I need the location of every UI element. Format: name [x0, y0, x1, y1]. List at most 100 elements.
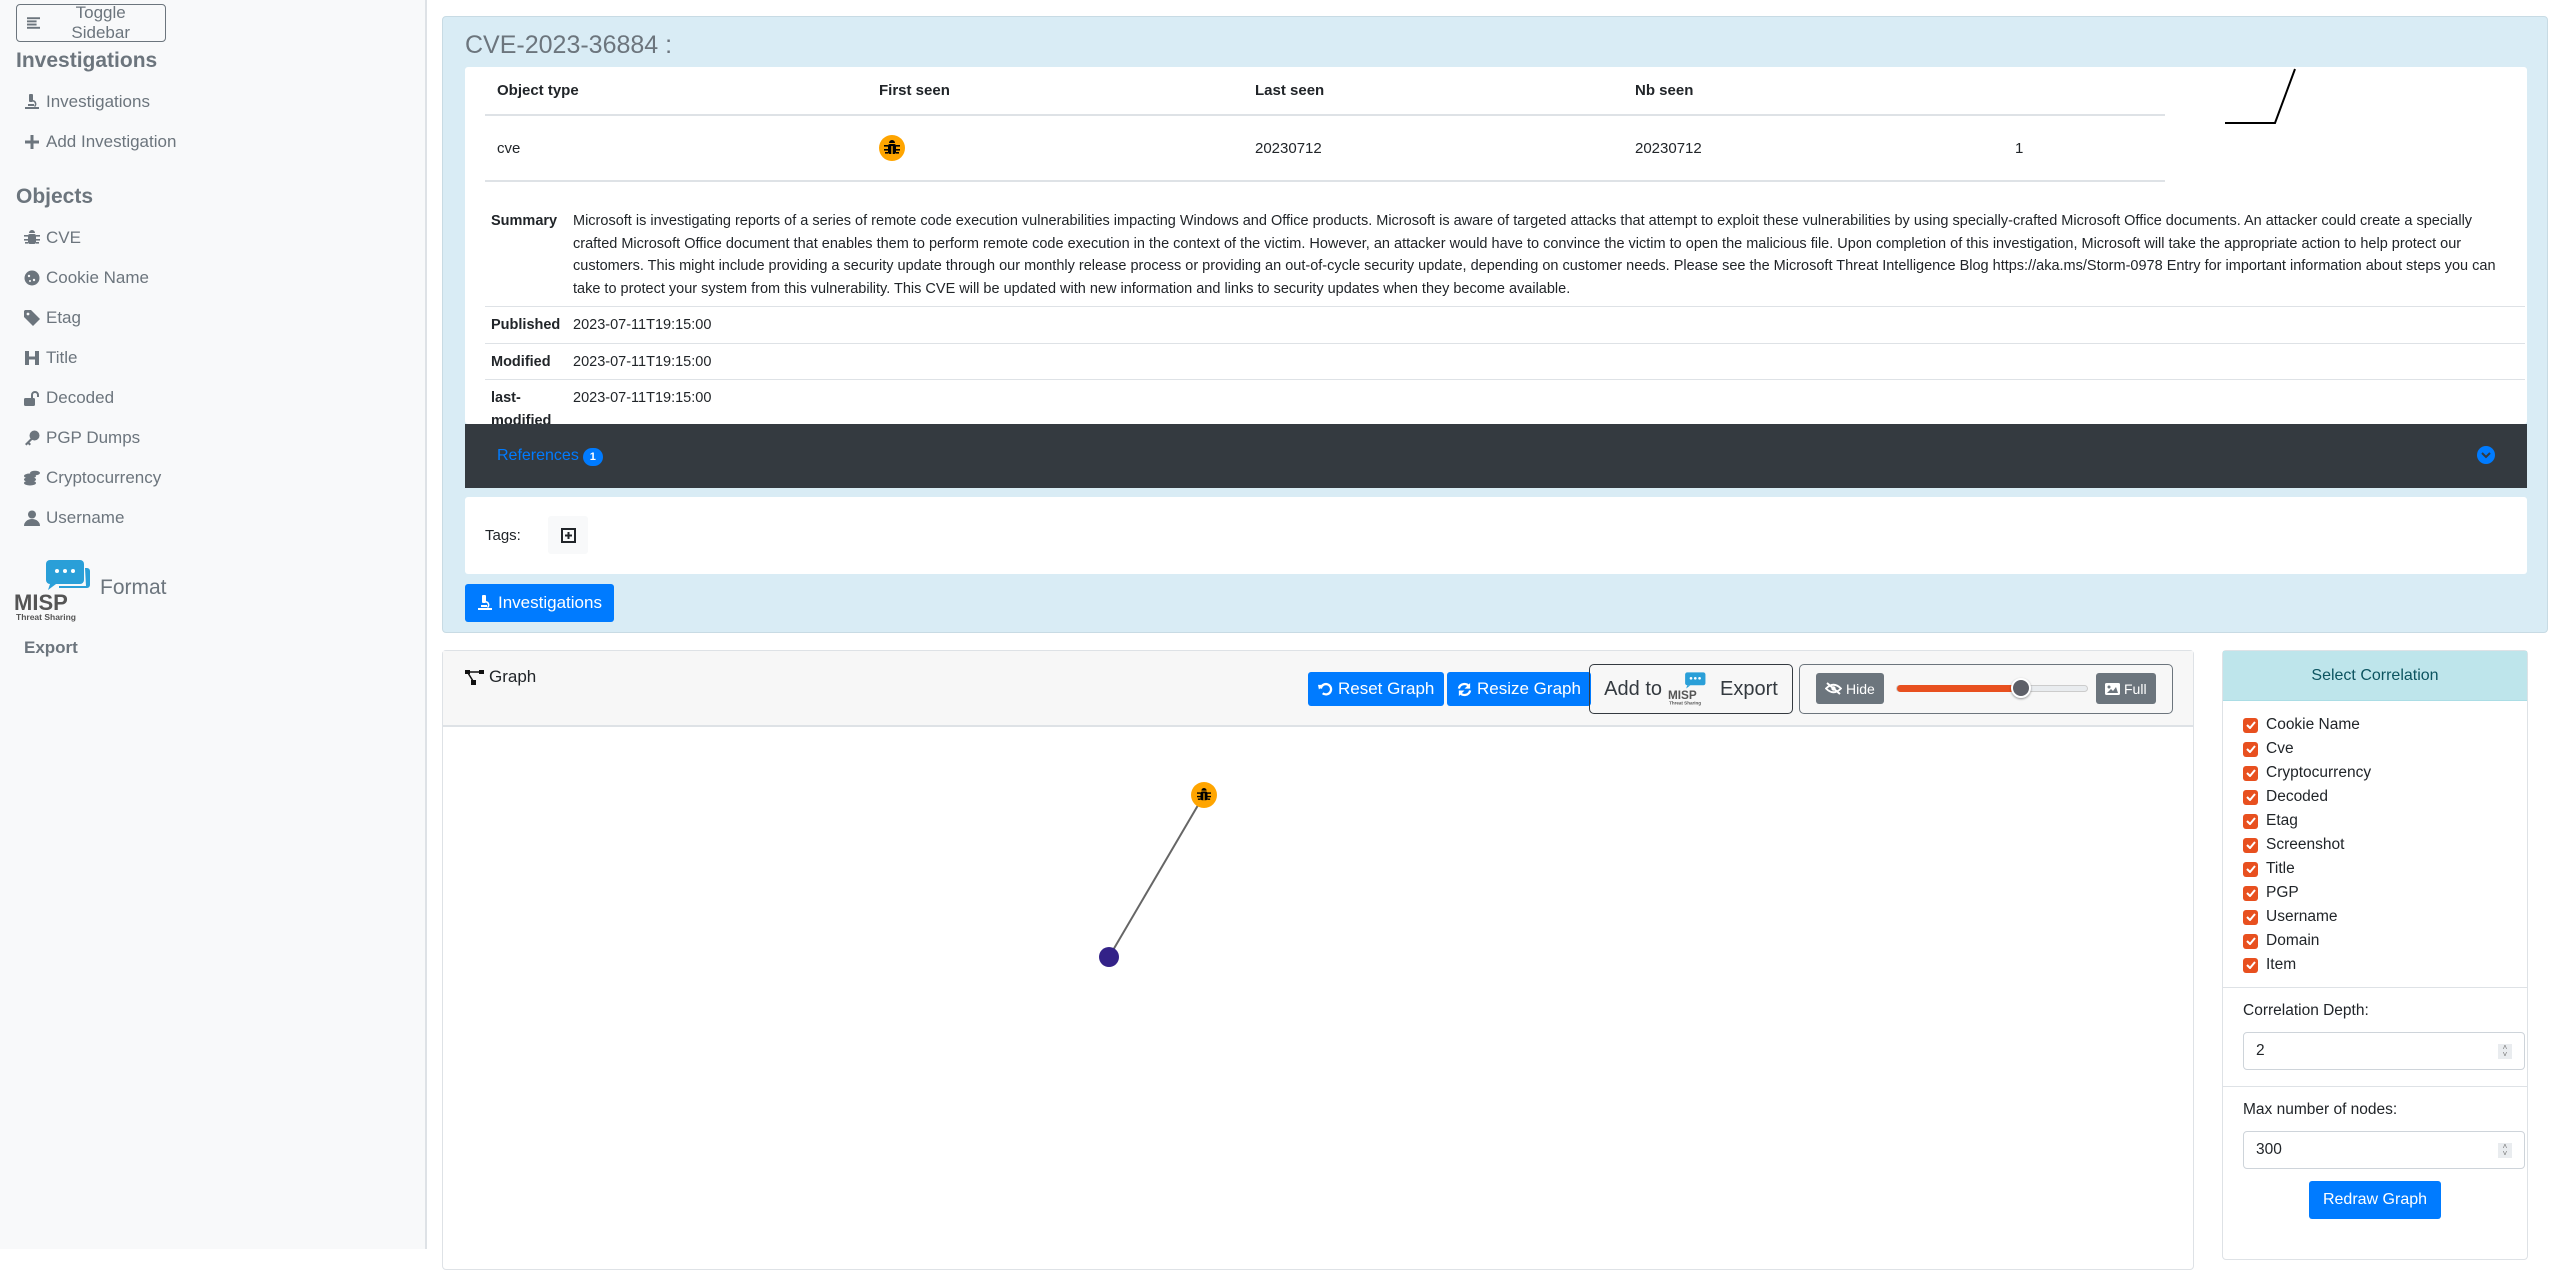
correlation-option-label: Cookie Name — [2266, 716, 2360, 733]
sidebar-item-label: Investigations — [46, 92, 150, 111]
toggle-sidebar-button[interactable]: Toggle Sidebar — [16, 3, 166, 42]
full-button[interactable]: Full — [2096, 673, 2156, 704]
checkbox[interactable] — [2243, 933, 2258, 949]
sidebar-item-cookie-name[interactable]: Cookie Name — [24, 268, 149, 288]
correlation-panel-title: Select Correlation — [2223, 651, 2527, 701]
column-header-empty — [2003, 67, 2165, 116]
correlation-option-label: Cryptocurrency — [2266, 764, 2372, 781]
plus-square-icon — [560, 527, 576, 543]
spinner-icon[interactable]: ˄ ˅ — [2498, 1044, 2512, 1059]
correlation-option[interactable]: Etag — [2243, 809, 2507, 833]
slider-thumb[interactable] — [2010, 678, 2031, 698]
toggle-sidebar-label: Toggle Sidebar — [71, 3, 130, 42]
checkbox[interactable] — [2243, 861, 2258, 877]
checkbox[interactable] — [2243, 837, 2258, 853]
column-header-nb-seen: Nb seen — [1623, 67, 2003, 116]
node-size-slider[interactable] — [1896, 678, 2088, 698]
checkbox[interactable] — [2243, 813, 2258, 829]
redraw-graph-button[interactable]: Redraw Graph — [2308, 1181, 2442, 1219]
misp-logo: MISP Threat Sharing — [14, 560, 90, 622]
sidebar-item-title[interactable]: Title — [24, 348, 78, 368]
correlation-option-label: Item — [2266, 956, 2297, 973]
correlation-option[interactable]: Domain — [2243, 929, 2507, 953]
correlation-option-label: Screenshot — [2266, 836, 2345, 853]
sidebar-item-decoded[interactable]: Decoded — [24, 388, 114, 408]
column-header-last-seen: Last seen — [1243, 67, 1623, 116]
references-toggle[interactable]: References 1 — [497, 447, 603, 466]
sidebar-item-add-investigation[interactable]: Add Investigation — [24, 132, 176, 152]
checkbox[interactable] — [2243, 789, 2258, 805]
network-icon — [465, 669, 484, 685]
references-accordion[interactable]: References 1 — [465, 424, 2527, 488]
svg-text:Threat Sharing: Threat Sharing — [1669, 701, 1701, 706]
correlation-option[interactable]: Screenshot — [2243, 833, 2507, 857]
sidebar-item-cve[interactable]: CVE — [24, 228, 81, 248]
add-to-misp-export-button[interactable]: Add to MISP Threat Sharing Export — [1589, 664, 1793, 714]
checkbox[interactable] — [2243, 909, 2258, 925]
correlation-option-label: Domain — [2266, 932, 2320, 949]
checkbox[interactable] — [2243, 765, 2258, 781]
sidebar-item-username[interactable]: Username — [24, 508, 124, 528]
graph-card: Graph Reset Graph Resize Graph Add to MI… — [442, 650, 2194, 1270]
reset-graph-button[interactable]: Reset Graph — [1308, 672, 1445, 706]
graph-canvas[interactable] — [443, 729, 2193, 1269]
bug-icon — [24, 230, 40, 244]
chevron-down-icon[interactable] — [2477, 446, 2495, 464]
correlation-option[interactable]: Title — [2243, 857, 2507, 881]
correlation-depth-input[interactable]: 2 ˄ ˅ — [2243, 1032, 2525, 1070]
sidebar-item-investigations[interactable]: Investigations — [24, 92, 150, 112]
hide-label: Hide — [1846, 680, 1875, 697]
checkbox[interactable] — [2243, 957, 2258, 973]
detail-key: Modified — [485, 343, 567, 380]
sidebar-item-label: Decoded — [46, 388, 115, 407]
references-count-badge: 1 — [582, 447, 603, 466]
sidebar-item-pgp-dumps[interactable]: PGP Dumps — [24, 428, 140, 448]
microscope-icon — [478, 595, 492, 610]
sidebar: Toggle Sidebar Investigations Investigat… — [0, 0, 427, 1249]
slider-fill — [1897, 685, 2021, 692]
sidebar-item-export[interactable]: Export — [24, 638, 78, 658]
correlation-option[interactable]: PGP — [2243, 881, 2507, 905]
correlation-depth-label: Correlation Depth: — [2243, 1002, 2369, 1019]
correlation-option[interactable]: Cve — [2243, 737, 2507, 761]
checkbox[interactable] — [2243, 741, 2258, 757]
sidebar-item-label: Cookie Name — [46, 268, 149, 287]
graph-node-related[interactable] — [1099, 947, 1119, 967]
sidebar-item-cryptocurrency[interactable]: Cryptocurrency — [24, 468, 161, 488]
graph-title-label: Graph — [489, 667, 537, 686]
investigations-button[interactable]: Investigations — [465, 584, 614, 622]
checkbox[interactable] — [2243, 717, 2258, 733]
max-nodes-input[interactable]: 300 ˄ ˅ — [2243, 1131, 2525, 1169]
investigations-button-label: Investigations — [498, 593, 602, 612]
correlation-option[interactable]: Decoded — [2243, 785, 2507, 809]
align-left-icon — [27, 17, 41, 29]
sidebar-item-etag[interactable]: Etag — [24, 308, 81, 328]
cve-info-card: Object type First seen Last seen Nb seen… — [465, 67, 2527, 429]
graph-node-cve[interactable] — [1191, 782, 1217, 808]
correlation-option[interactable]: Cryptocurrency — [2243, 761, 2507, 785]
correlation-option[interactable]: Cookie Name — [2243, 713, 2507, 737]
objects-heading: Objects — [16, 185, 94, 208]
tags-card: Tags: — [465, 497, 2527, 574]
spinner-icon[interactable]: ˄ ˅ — [2498, 1143, 2512, 1158]
correlation-depth-section: Correlation Depth: 2 ˄ ˅ — [2223, 988, 2527, 1087]
correlation-option[interactable]: Item — [2243, 953, 2507, 977]
sidebar-item-label: Cryptocurrency — [46, 468, 162, 487]
hide-button[interactable]: Hide — [1816, 673, 1884, 704]
format-heading: Format — [100, 576, 167, 599]
coins-icon — [24, 470, 40, 486]
correlation-option-label: Etag — [2266, 812, 2298, 829]
references-label: References — [497, 446, 579, 464]
graph-edge — [1108, 794, 1205, 958]
add-tag-button[interactable] — [548, 516, 588, 554]
detail-value: 2023-07-11T19:15:00 — [567, 306, 2525, 344]
correlation-option-label: PGP — [2266, 884, 2299, 901]
cve-panel: CVE-2023-36884 : Object type First seen … — [442, 16, 2548, 633]
detail-value: 2023-07-11T19:15:00 — [567, 343, 2525, 380]
resize-graph-button[interactable]: Resize Graph — [1447, 672, 1591, 706]
sparkline-line — [2225, 68, 2296, 124]
graph-title: Graph — [465, 667, 536, 687]
max-nodes-section: Max number of nodes: 300 ˄ ˅ Redraw Graph — [2223, 1087, 2527, 1235]
correlation-option[interactable]: Username — [2243, 905, 2507, 929]
checkbox[interactable] — [2243, 885, 2258, 901]
